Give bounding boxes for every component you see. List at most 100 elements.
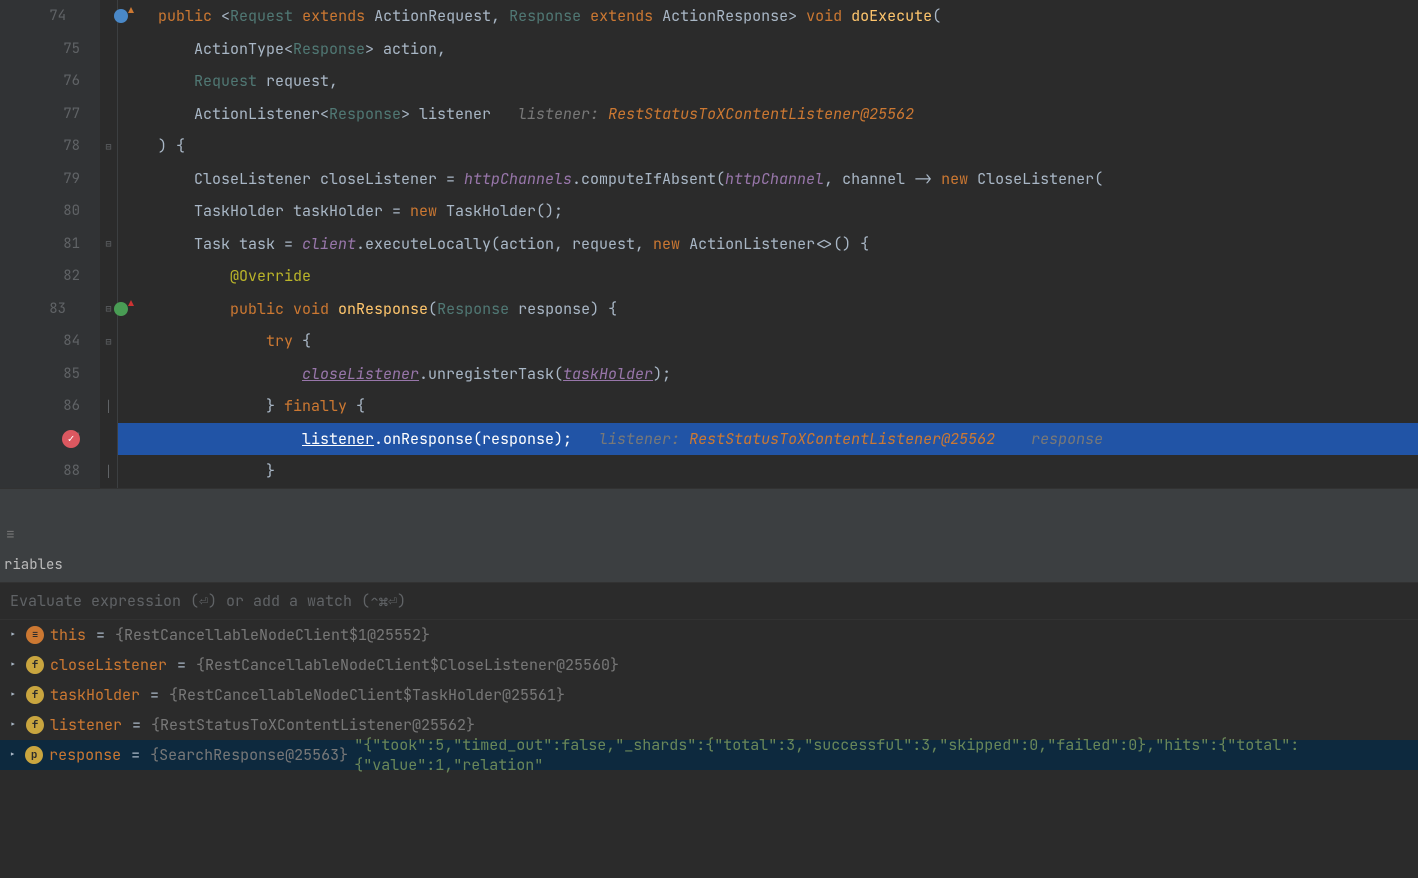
code-line[interactable]: ) { — [118, 130, 1418, 163]
fold-cell: ⊟ — [100, 325, 117, 358]
fold-toggle-icon[interactable]: ⊟ — [105, 335, 111, 348]
fold-cell — [100, 260, 117, 293]
token-plain: ActionType< — [122, 39, 293, 59]
token-generic: Response — [293, 39, 365, 59]
layout-icon[interactable]: ≡ — [6, 524, 15, 544]
token-plain: response) { — [509, 299, 617, 319]
gutter-row[interactable]: 78 — [0, 130, 100, 163]
fold-cell: │ — [100, 455, 117, 488]
token-inlay-val: RestStatusToXContentListener@25562 — [608, 104, 914, 124]
fold-cell: │ — [100, 390, 117, 423]
gutter-row[interactable]: 75 — [0, 33, 100, 66]
token-generic: Response — [437, 299, 509, 319]
variable-value-literal: "{"took":5,"timed_out":false,"_shards":{… — [354, 735, 1418, 775]
token-plain — [122, 429, 302, 449]
token-plain — [122, 299, 230, 319]
code-line[interactable]: public <Request extends ActionRequest, R… — [118, 0, 1418, 33]
token-plain — [122, 71, 194, 91]
code-line[interactable]: public void onResponse(Response response… — [118, 293, 1418, 326]
code-line[interactable]: try { — [118, 325, 1418, 358]
token-inlay: response — [1031, 429, 1103, 449]
token-kw: new — [410, 201, 437, 221]
code-content[interactable]: public <Request extends ActionRequest, R… — [118, 0, 1418, 488]
panel-splitter[interactable] — [0, 488, 1418, 518]
fold-cell — [100, 423, 117, 456]
token-plain — [122, 364, 302, 384]
expand-toggle-icon[interactable]: ▸ — [6, 748, 19, 762]
code-editor[interactable]: 74 75 76 77 787980 81 8283 84 85 86 8788 ⊟ ⊟ ⊟ ⊟ │ │ pu… — [0, 0, 1418, 488]
token-plain: request, — [257, 71, 338, 91]
fold-toggle-icon[interactable]: │ — [106, 400, 112, 413]
code-line[interactable]: ActionListener<Response> listener listen… — [118, 98, 1418, 131]
code-line[interactable]: ActionType<Response> action, — [118, 33, 1418, 66]
equals-sign: = — [96, 625, 105, 645]
gutter-row[interactable]: 79 — [0, 163, 100, 196]
token-plain: > action, — [365, 39, 446, 59]
fold-cell — [100, 33, 117, 66]
field-icon: f — [26, 656, 44, 674]
variable-row[interactable]: ▸fcloseListener = {RestCancellableNodeCl… — [0, 650, 1418, 680]
variable-row[interactable]: ▸presponse = {SearchResponse@25563} "{"t… — [0, 740, 1418, 770]
gutter-row[interactable]: 85 — [0, 358, 100, 391]
code-line[interactable]: Request request, — [118, 65, 1418, 98]
gutter-row[interactable]: 84 — [0, 325, 100, 358]
gutter-row[interactable]: 82 — [0, 260, 100, 293]
gutter-row[interactable]: 80 — [0, 195, 100, 228]
token-plain: { — [347, 396, 365, 416]
token-plain — [122, 331, 266, 351]
variable-name: closeListener — [50, 655, 167, 675]
token-plain: ActionResponse> — [653, 6, 806, 26]
expand-toggle-icon[interactable]: ▸ — [6, 718, 20, 732]
token-plain: .onResponse(response); — [374, 429, 599, 449]
gutter-row[interactable]: 83 — [0, 293, 100, 326]
line-number: 75 — [63, 40, 80, 58]
variable-row[interactable]: ▸≡this = {RestCancellableNodeClient$1@25… — [0, 620, 1418, 650]
code-line[interactable]: } finally { — [118, 390, 1418, 423]
token-ul: listener — [302, 429, 374, 449]
evaluate-expression-input[interactable]: Evaluate expression (⏎) or add a watch (… — [0, 583, 1418, 620]
token-kw: extends — [302, 6, 365, 26]
code-line[interactable]: } — [118, 455, 1418, 488]
token-plain: > listener — [401, 104, 518, 124]
gutter-row[interactable]: 74 — [0, 0, 100, 33]
variable-row[interactable]: ▸ftaskHolder = {RestCancellableNodeClien… — [0, 680, 1418, 710]
variables-list[interactable]: ▸≡this = {RestCancellableNodeClient$1@25… — [0, 620, 1418, 878]
code-line[interactable]: CloseListener closeListener = httpChanne… — [118, 163, 1418, 196]
fold-toggle-icon[interactable]: ⊟ — [105, 140, 111, 153]
line-number: 74 — [49, 7, 66, 25]
token-ital-ul: closeListener — [302, 364, 419, 384]
variable-name: response — [49, 745, 121, 765]
code-line[interactable]: closeListener.unregisterTask(taskHolder)… — [118, 358, 1418, 391]
line-number: 86 — [63, 397, 80, 415]
code-line[interactable]: listener.onResponse(response); listener:… — [118, 423, 1418, 456]
gutter-row[interactable]: 88 — [0, 455, 100, 488]
expand-toggle-icon[interactable]: ▸ — [6, 628, 20, 642]
fold-cell: ⊟ — [100, 130, 117, 163]
code-line[interactable]: Task task = client.executeLocally(action… — [118, 228, 1418, 261]
token-inlay: listener: — [599, 429, 689, 449]
implements-method-icon[interactable] — [114, 302, 128, 316]
token-plain: } — [122, 461, 275, 481]
expand-toggle-icon[interactable]: ▸ — [6, 658, 20, 672]
line-number: 84 — [63, 332, 80, 350]
expand-toggle-icon[interactable]: ▸ — [6, 688, 20, 702]
field-icon: f — [26, 686, 44, 704]
code-line[interactable]: @Override — [118, 260, 1418, 293]
gutter-row[interactable]: 81 — [0, 228, 100, 261]
line-number: 77 — [63, 105, 80, 123]
variable-name: listener — [50, 715, 122, 735]
breakpoint-verified-icon[interactable] — [62, 430, 80, 448]
variables-tab[interactable]: riables — [0, 550, 1418, 583]
token-plain: .executeLocally(action, request, — [356, 234, 653, 254]
token-ital: client — [302, 234, 356, 254]
editor-gutter: 74 75 76 77 787980 81 8283 84 85 86 8788 — [0, 0, 100, 488]
gutter-row[interactable]: 77 — [0, 98, 100, 131]
gutter-row[interactable]: 76 — [0, 65, 100, 98]
fold-toggle-icon[interactable]: ⊟ — [105, 302, 111, 315]
line-number: 81 — [63, 235, 80, 253]
code-line[interactable]: TaskHolder taskHolder = new TaskHolder()… — [118, 195, 1418, 228]
fold-toggle-icon[interactable]: │ — [106, 465, 112, 478]
gutter-row[interactable]: 87 — [0, 423, 100, 456]
fold-toggle-icon[interactable]: ⊟ — [105, 237, 111, 250]
gutter-row[interactable]: 86 — [0, 390, 100, 423]
